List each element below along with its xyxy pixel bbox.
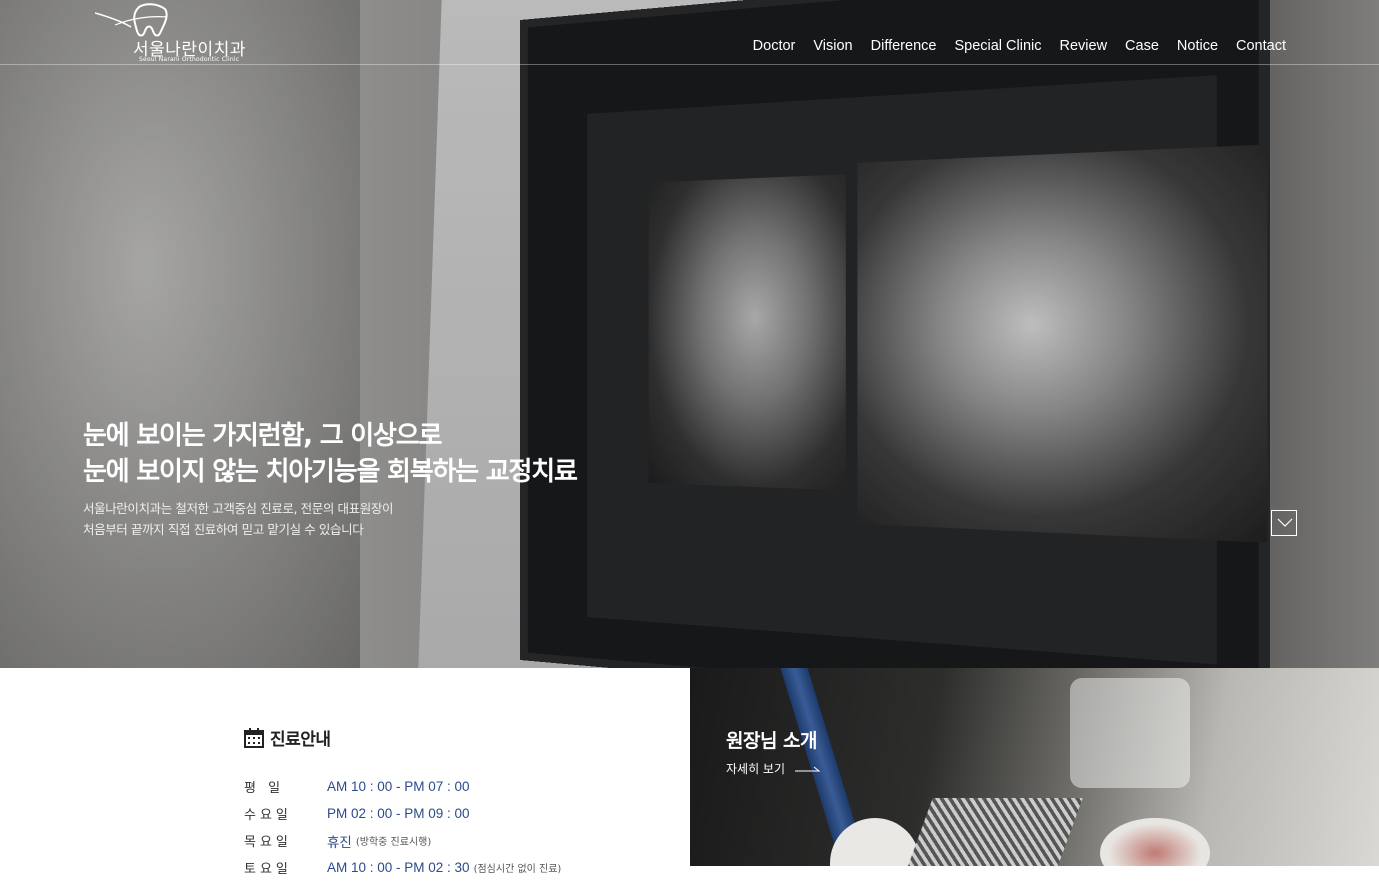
nav-difference[interactable]: Difference [871, 38, 937, 54]
nav-special-clinic[interactable]: Special Clinic [954, 38, 1041, 54]
hero-description: 서울나란이치과는 철저한 고객중심 진료로, 전문의 대표원장이 처음부터 끝까… [83, 498, 577, 540]
arrow-right-icon [795, 766, 821, 771]
calendar-icon [244, 727, 264, 748]
clinic-hours-title: 진료안내 [270, 730, 331, 750]
hours-time: AM 10 : 00 - PM 07 : 00 [327, 779, 470, 794]
nav-notice[interactable]: Notice [1177, 38, 1218, 54]
clinic-hours-section: 진료안내 평 일 AM 10 : 00 - PM 07 : 00 수요일 PM … [0, 668, 690, 877]
clinic-hours-heading: 진료안내 [244, 725, 331, 750]
hero-description-line-1: 서울나란이치과는 철저한 고객중심 진료로, 전문의 대표원장이 [83, 501, 394, 516]
nav-vision[interactable]: Vision [813, 38, 852, 54]
hours-note: (방학중 진료시행) [355, 837, 432, 848]
hero-banner: 서울나란이치과 Seoul Narani Orthodontic Clinic … [0, 0, 1379, 668]
doctor-more-link[interactable]: 자세히 보기 [726, 760, 821, 777]
hours-day: 수요일 [244, 808, 292, 823]
hours-time: PM 02 : 00 - PM 09 : 00 [327, 806, 470, 821]
site-header: 서울나란이치과 Seoul Narani Orthodontic Clinic … [0, 0, 1379, 65]
hero-overlay [0, 0, 1379, 668]
nav-case[interactable]: Case [1125, 38, 1159, 54]
hours-day: 토요일 [244, 862, 292, 877]
chevron-down-icon [1277, 518, 1293, 527]
doctor-more-label: 자세히 보기 [726, 762, 786, 776]
hero-headline: 눈에 보이는 가지런함, 그 이상으로 눈에 보이지 않는 치아기능을 회복하는… [83, 418, 578, 490]
glass-jar-image [1070, 678, 1190, 788]
nav-doctor[interactable]: Doctor [753, 38, 796, 54]
hours-time: AM 10 : 00 - PM 02 : 30 [327, 860, 470, 875]
hero-headline-line-2: 눈에 보이지 않는 치아기능을 회복하는 교정치료 [83, 457, 578, 487]
dental-model-image [1100, 818, 1210, 866]
nav-contact[interactable]: Contact [1236, 38, 1286, 54]
hero-description-line-2: 처음부터 끝까지 직접 진료하여 믿고 맡기실 수 있습니다 [83, 522, 364, 537]
hours-row: 목요일 휴진 (방학중 진료시행) [244, 827, 561, 854]
hours-row: 수요일 PM 02 : 00 - PM 09 : 00 [244, 800, 561, 827]
hero-text: 눈에 보이는 가지런함, 그 이상으로 눈에 보이지 않는 치아기능을 회복하는… [83, 418, 578, 540]
scroll-down-button[interactable] [1271, 510, 1297, 536]
clinic-logo[interactable]: 서울나란이치과 Seoul Narani Orthodontic Clinic [95, 3, 265, 63]
hours-time: 휴진 [327, 834, 352, 850]
hours-row: 토요일 AM 10 : 00 - PM 02 : 30 (점심시간 없이 진료) [244, 854, 561, 881]
hours-note: (점심시간 없이 진료) [473, 864, 562, 875]
hero-headline-line-1: 눈에 보이는 가지런함, 그 이상으로 [83, 421, 442, 451]
hours-day: 평 일 [244, 781, 285, 796]
nav-review[interactable]: Review [1060, 38, 1108, 54]
hours-day: 목요일 [244, 835, 292, 850]
mesh-tray-image [907, 798, 1083, 866]
doctor-intro-title: 원장님 소개 [726, 730, 818, 752]
doctor-intro-section: 원장님 소개 자세히 보기 [690, 668, 1379, 866]
main-nav: Doctor Vision Difference Special Clinic … [753, 38, 1286, 54]
hours-row: 평 일 AM 10 : 00 - PM 07 : 00 [244, 773, 561, 800]
clinic-hours-table: 평 일 AM 10 : 00 - PM 07 : 00 수요일 PM 02 : … [244, 773, 561, 881]
logo-subtitle: Seoul Narani Orthodontic Clinic [139, 56, 240, 63]
